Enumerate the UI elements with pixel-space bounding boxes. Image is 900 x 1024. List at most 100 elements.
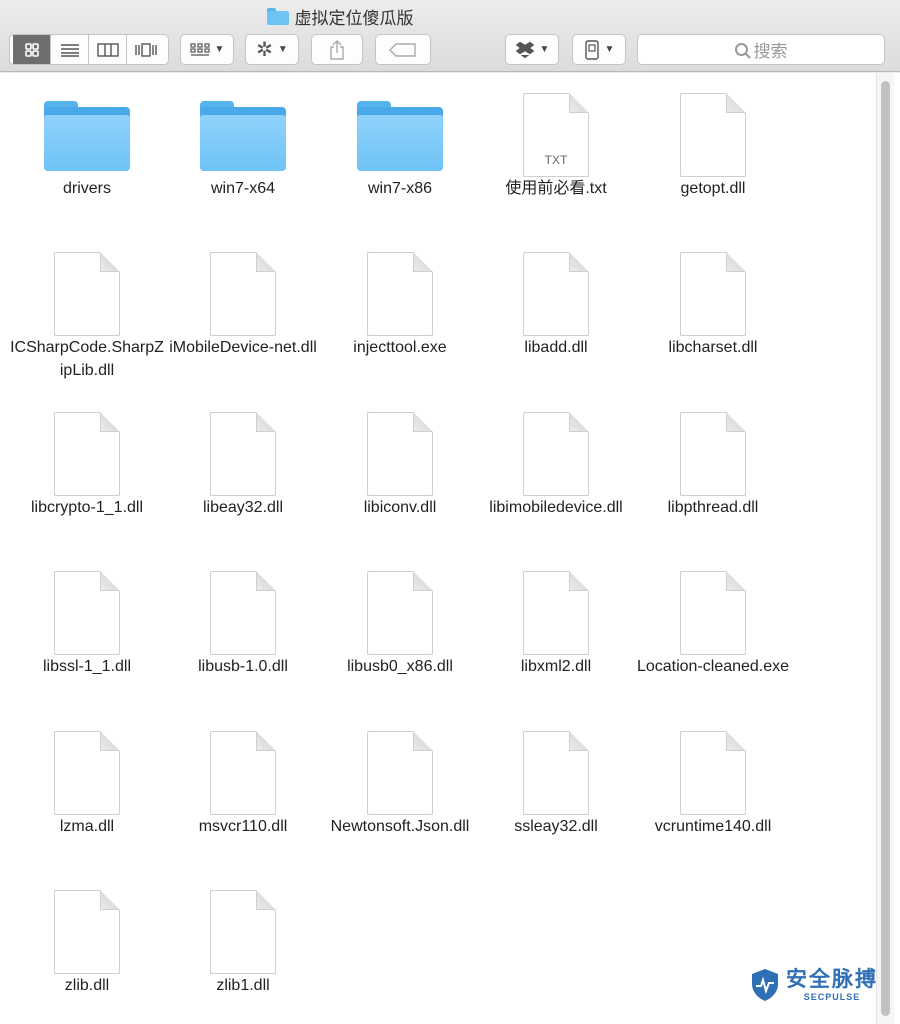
file-item[interactable]: iMobileDevice-net.dll xyxy=(164,236,322,359)
item-name: libiconv.dll xyxy=(363,499,437,516)
item-icon-wrap xyxy=(8,77,166,177)
icon-view-button[interactable] xyxy=(13,35,51,64)
document-icon xyxy=(680,731,746,815)
item-name: Location-cleaned.exe xyxy=(636,658,790,675)
file-item[interactable]: Newtonsoft.Json.dll xyxy=(321,715,479,838)
watermark-cn: 安全脉搏 xyxy=(786,968,878,991)
chevron-down-icon: ▼ xyxy=(539,44,550,55)
document-icon xyxy=(54,412,120,496)
chevron-down-icon: ▼ xyxy=(214,44,225,55)
device-icon xyxy=(584,39,599,60)
dropbox-button[interactable]: ▼ xyxy=(505,34,559,65)
folder-item[interactable]: drivers xyxy=(8,77,166,200)
item-icon-wrap xyxy=(321,715,479,815)
window-title: 虚拟定位傻瓜版 xyxy=(0,4,680,29)
item-icon-wrap xyxy=(477,715,635,815)
file-item[interactable]: Location-cleaned.exe xyxy=(634,555,792,678)
item-icon-wrap xyxy=(634,715,792,815)
tag-icon xyxy=(389,42,416,57)
folder-icon xyxy=(200,101,286,171)
file-item[interactable]: libpthread.dll xyxy=(634,396,792,519)
file-item[interactable]: libssl-1_1.dll xyxy=(8,555,166,678)
file-item[interactable]: libadd.dll xyxy=(477,236,635,359)
item-name: getopt.dll xyxy=(680,180,746,197)
item-name: libpthread.dll xyxy=(667,499,759,516)
file-item[interactable]: ICSharpCode.SharpZipLib.dll xyxy=(8,236,166,382)
file-item[interactable]: vcruntime140.dll xyxy=(634,715,792,838)
item-icon-wrap xyxy=(164,396,322,496)
cover-flow-icon xyxy=(135,42,157,57)
column-view-icon xyxy=(96,42,119,57)
device-button[interactable]: ▼ xyxy=(572,34,626,65)
search-placeholder: 搜索 xyxy=(753,42,788,61)
action-button[interactable]: ✲ ▼ xyxy=(245,34,299,65)
document-icon xyxy=(680,412,746,496)
arrange-grid-icon xyxy=(189,42,210,56)
chevron-down-icon: ▼ xyxy=(604,44,615,55)
scrollbar-thumb[interactable] xyxy=(881,81,890,1016)
file-item[interactable]: libxml2.dll xyxy=(477,555,635,678)
document-icon xyxy=(210,252,276,336)
item-name: libusb0_x86.dll xyxy=(347,658,453,675)
shield-icon xyxy=(752,969,778,1001)
vertical-scrollbar[interactable] xyxy=(876,73,894,1024)
item-name: iMobileDevice-net.dll xyxy=(169,339,317,356)
item-name: ICSharpCode.SharpZipLib.dll xyxy=(10,339,164,379)
item-name: 使用前必看.txt xyxy=(505,180,607,197)
file-item[interactable]: libusb0_x86.dll xyxy=(321,555,479,678)
file-item[interactable]: libusb-1.0.dll xyxy=(164,555,322,678)
file-grid: drivers win7-x64 win7-x86 TXT 使用前必看.txt getop… xyxy=(0,73,900,1024)
item-name: libimobiledevice.dll xyxy=(489,499,623,516)
item-name: zlib.dll xyxy=(64,977,110,994)
file-item[interactable]: libimobiledevice.dll xyxy=(477,396,635,519)
text-document-icon: TXT xyxy=(523,93,589,177)
arrange-button[interactable]: ▼ xyxy=(180,34,234,65)
window-title-text: 虚拟定位傻瓜版 xyxy=(294,9,414,28)
item-name: zlib1.dll xyxy=(216,977,270,994)
item-icon-wrap xyxy=(634,555,792,655)
file-item[interactable]: lzma.dll xyxy=(8,715,166,838)
item-icon-wrap xyxy=(164,236,322,336)
document-icon xyxy=(210,731,276,815)
item-icon-wrap xyxy=(321,236,479,336)
item-name: libxml2.dll xyxy=(520,658,592,675)
search-field[interactable]: 搜索 xyxy=(637,34,885,65)
share-button[interactable] xyxy=(311,34,363,65)
file-item[interactable]: msvcr110.dll xyxy=(164,715,322,838)
dropbox-icon xyxy=(515,41,534,58)
list-view-icon xyxy=(60,43,79,57)
chevron-down-icon: ▼ xyxy=(277,44,288,55)
document-icon xyxy=(680,93,746,177)
document-icon xyxy=(54,252,120,336)
item-name: libadd.dll xyxy=(524,339,588,356)
item-name: vcruntime140.dll xyxy=(654,818,772,835)
window-titlebar: 虚拟定位傻瓜版 ▼ ✲ ▼ ▼ ▼ 搜索 xyxy=(0,0,900,72)
file-item[interactable]: libcrypto-1_1.dll xyxy=(8,396,166,519)
item-name: msvcr110.dll xyxy=(198,818,288,835)
gear-icon: ✲ xyxy=(256,39,273,61)
item-icon-wrap xyxy=(8,555,166,655)
file-item[interactable]: libiconv.dll xyxy=(321,396,479,519)
file-item[interactable]: libcharset.dll xyxy=(634,236,792,359)
view-mode-control[interactable] xyxy=(9,34,169,65)
share-icon xyxy=(330,39,344,60)
watermark-logo: 安全脉搏 SECPULSE xyxy=(750,968,878,1002)
file-item[interactable]: libeay32.dll xyxy=(164,396,322,519)
file-item[interactable]: zlib1.dll xyxy=(164,874,322,997)
file-item[interactable]: ssleay32.dll xyxy=(477,715,635,838)
file-item[interactable]: injecttool.exe xyxy=(321,236,479,359)
file-item[interactable]: zlib.dll xyxy=(8,874,166,997)
tag-button[interactable] xyxy=(375,34,431,65)
item-icon-wrap xyxy=(8,396,166,496)
column-view-button[interactable] xyxy=(89,35,127,64)
cover-flow-view-button[interactable] xyxy=(127,35,165,64)
list-view-button[interactable] xyxy=(51,35,89,64)
file-item[interactable]: getopt.dll xyxy=(634,77,792,200)
file-item[interactable]: TXT 使用前必看.txt xyxy=(477,77,635,200)
item-name: libusb-1.0.dll xyxy=(198,658,288,675)
item-icon-wrap xyxy=(634,236,792,336)
item-icon-wrap xyxy=(477,236,635,336)
folder-item[interactable]: win7-x86 xyxy=(321,77,479,200)
folder-item[interactable]: win7-x64 xyxy=(164,77,322,200)
item-name: win7-x86 xyxy=(367,180,433,197)
